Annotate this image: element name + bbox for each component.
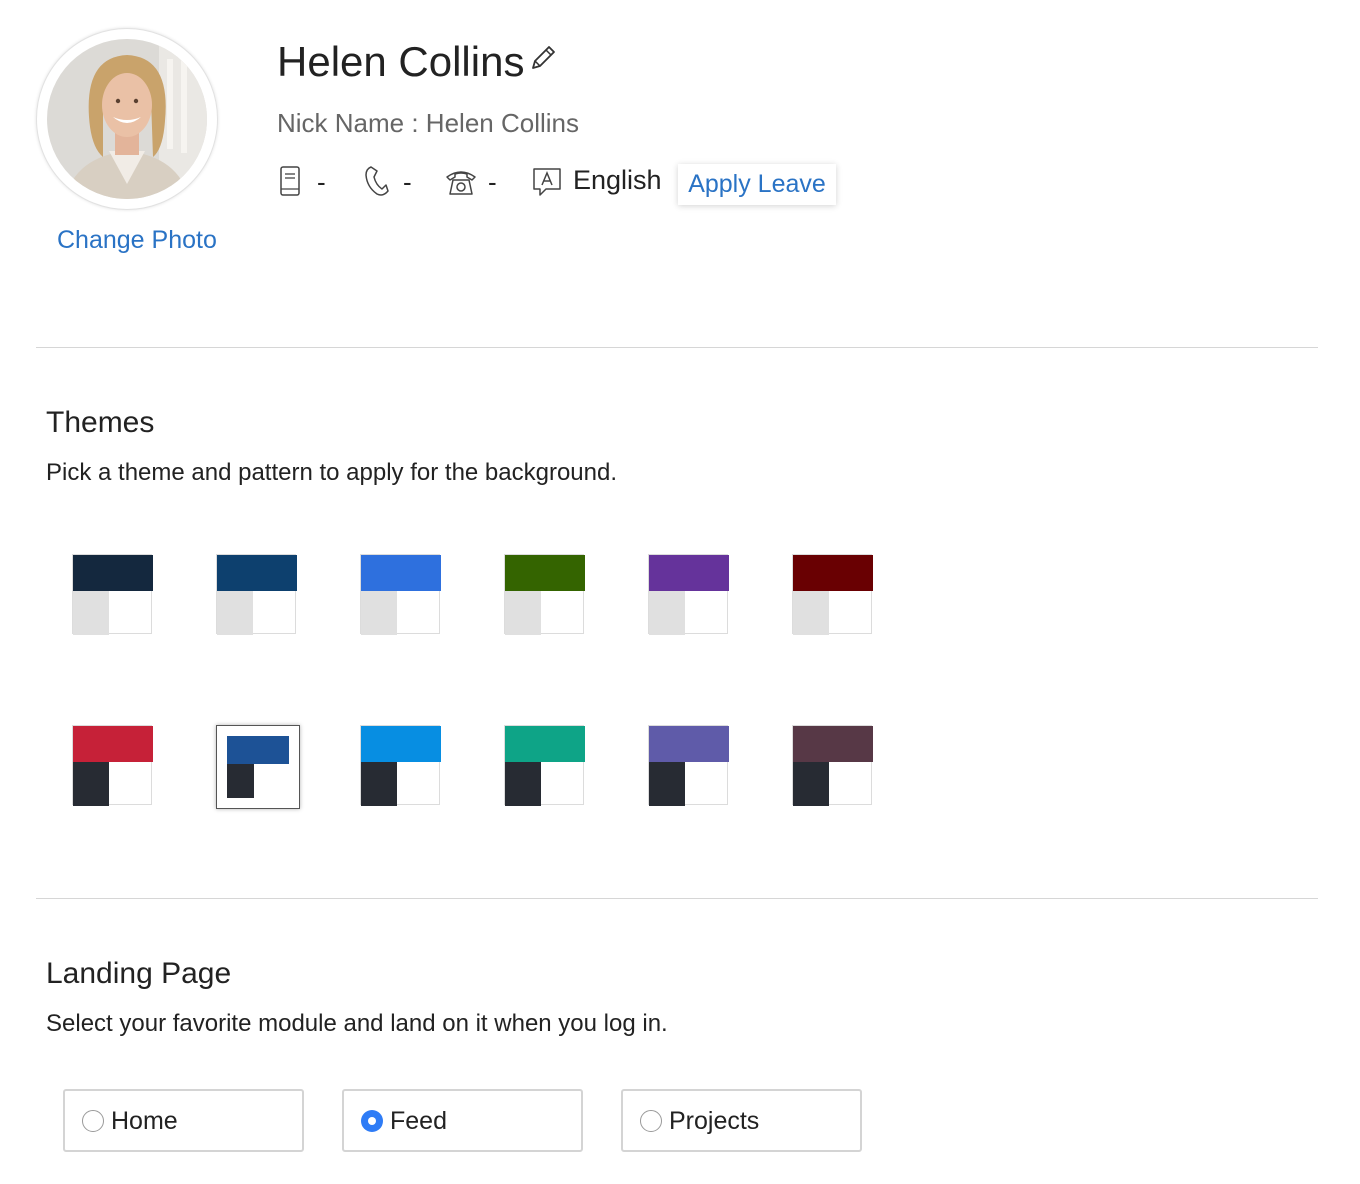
theme-swatch[interactable]: [72, 554, 153, 635]
theme-header-color: [361, 555, 441, 591]
theme-sidebar-color: [505, 762, 541, 806]
theme-sidebar-color: [361, 762, 397, 806]
landing-option-label: Feed: [390, 1107, 447, 1135]
theme-header-color: [649, 555, 729, 591]
theme-sidebar-color: [217, 591, 253, 635]
theme-header-color: [793, 555, 873, 591]
theme-swatch[interactable]: [648, 725, 729, 806]
theme-swatch[interactable]: [216, 725, 300, 809]
divider: [36, 898, 1318, 899]
theme-header-color: [505, 555, 585, 591]
theme-swatch[interactable]: [792, 725, 873, 806]
theme-sidebar-color: [649, 762, 685, 806]
theme-header-color: [361, 726, 441, 762]
theme-sidebar-color: [361, 591, 397, 635]
avatar[interactable]: [47, 39, 207, 199]
mobile-value: -: [317, 167, 326, 197]
themes-description: Pick a theme and pattern to apply for th…: [46, 459, 618, 486]
landing-option-feed[interactable]: Feed: [342, 1089, 583, 1152]
radio-projects[interactable]: [640, 1110, 662, 1132]
theme-swatch[interactable]: [792, 554, 873, 635]
change-photo-link[interactable]: Change Photo: [57, 226, 217, 255]
theme-header-color: [217, 555, 297, 591]
theme-header-color: [73, 555, 153, 591]
theme-sidebar-color: [73, 591, 109, 635]
profile-avatar-frame: [36, 28, 218, 210]
language-icon: [532, 165, 562, 202]
work-phone-value: -: [488, 167, 497, 197]
apply-leave-button[interactable]: Apply Leave: [678, 164, 836, 205]
theme-header-color: [227, 736, 289, 764]
theme-swatch[interactable]: [216, 554, 297, 635]
landing-option-home[interactable]: Home: [63, 1089, 304, 1152]
phone-icon: [363, 165, 389, 202]
theme-swatch[interactable]: [504, 725, 585, 806]
pencil-edit-icon[interactable]: [529, 44, 557, 72]
landing-option-label: Projects: [669, 1107, 760, 1135]
theme-sidebar-color: [505, 591, 541, 635]
landing-page-description: Select your favorite module and land on …: [46, 1010, 668, 1037]
nickname-line: Nick Name : Helen Collins: [277, 108, 579, 138]
theme-swatch[interactable]: [360, 725, 441, 806]
theme-header-color: [505, 726, 585, 762]
phone-value: -: [403, 167, 412, 197]
landing-option-projects[interactable]: Projects: [621, 1089, 862, 1152]
theme-swatch[interactable]: [648, 554, 729, 635]
mobile-icon: [279, 165, 301, 202]
language-value: English: [573, 165, 662, 195]
theme-swatch[interactable]: [504, 554, 585, 635]
radio-feed[interactable]: [361, 1110, 383, 1132]
radio-home[interactable]: [82, 1110, 104, 1132]
theme-header-color: [649, 726, 729, 762]
theme-sidebar-color: [73, 762, 109, 806]
theme-sidebar-color: [793, 762, 829, 806]
theme-header-color: [73, 726, 153, 762]
themes-title: Themes: [46, 406, 155, 439]
landing-page-title: Landing Page: [46, 957, 232, 990]
work-phone-icon: [445, 165, 477, 202]
theme-swatch[interactable]: [360, 554, 441, 635]
theme-sidebar-color: [227, 764, 254, 798]
theme-sidebar-color: [793, 591, 829, 635]
landing-option-label: Home: [111, 1107, 178, 1135]
theme-swatch[interactable]: [72, 725, 153, 806]
profile-name: Helen Collins: [277, 38, 525, 85]
divider: [36, 347, 1318, 348]
theme-header-color: [793, 726, 873, 762]
theme-sidebar-color: [649, 591, 685, 635]
